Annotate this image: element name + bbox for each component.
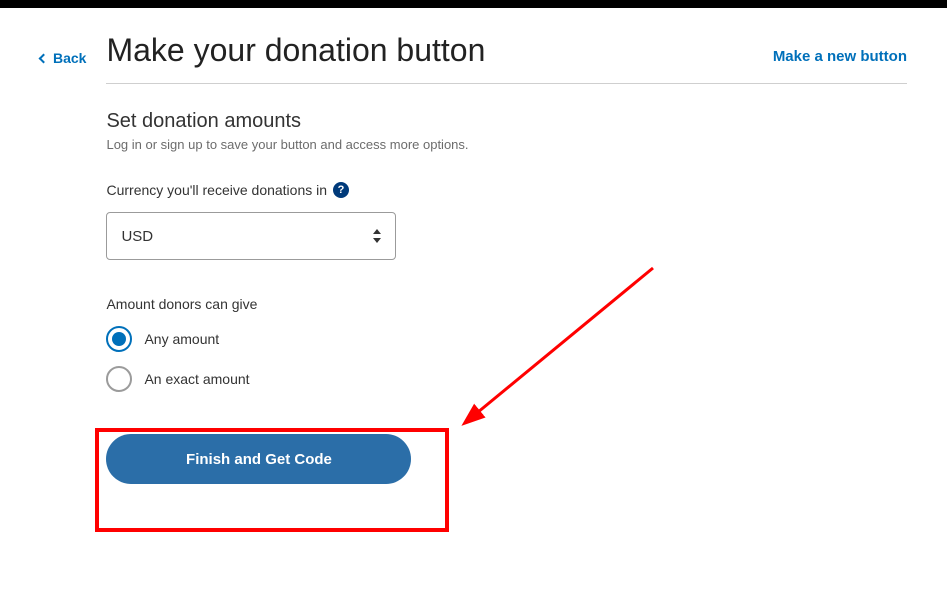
- make-new-button-link[interactable]: Make a new button: [773, 48, 907, 65]
- section-subtitle: Log in or sign up to save your button an…: [106, 137, 907, 152]
- currency-selected-value: USD: [121, 228, 153, 245]
- radio-icon-unselected: [106, 366, 132, 392]
- currency-select[interactable]: USD: [106, 212, 396, 260]
- radio-any-amount[interactable]: Any amount: [106, 326, 907, 352]
- help-icon[interactable]: ?: [333, 182, 349, 198]
- amount-label: Amount donors can give: [106, 296, 907, 312]
- chevron-left-icon: [39, 53, 49, 63]
- select-arrows-icon: [373, 229, 381, 243]
- finish-get-code-button[interactable]: Finish and Get Code: [106, 434, 411, 484]
- currency-field-label: Currency you'll receive donations in ?: [106, 182, 907, 198]
- section-title: Set donation amounts: [106, 110, 907, 133]
- radio-any-amount-label: Any amount: [144, 331, 219, 347]
- radio-exact-amount[interactable]: An exact amount: [106, 366, 907, 392]
- page-container: Back Make your donation button Make a ne…: [0, 8, 947, 508]
- header-row: Make your donation button Make a new but…: [106, 32, 907, 84]
- radio-dot-icon: [112, 332, 126, 346]
- back-label: Back: [53, 50, 86, 66]
- currency-label-text: Currency you'll receive donations in: [106, 182, 327, 198]
- page-title: Make your donation button: [106, 32, 485, 69]
- back-link[interactable]: Back: [40, 50, 86, 66]
- radio-icon-selected: [106, 326, 132, 352]
- cta-wrap: Finish and Get Code: [106, 434, 907, 484]
- window-topbar: [0, 0, 947, 8]
- main-content: Make your donation button Make a new but…: [106, 32, 907, 484]
- radio-exact-amount-label: An exact amount: [144, 371, 249, 387]
